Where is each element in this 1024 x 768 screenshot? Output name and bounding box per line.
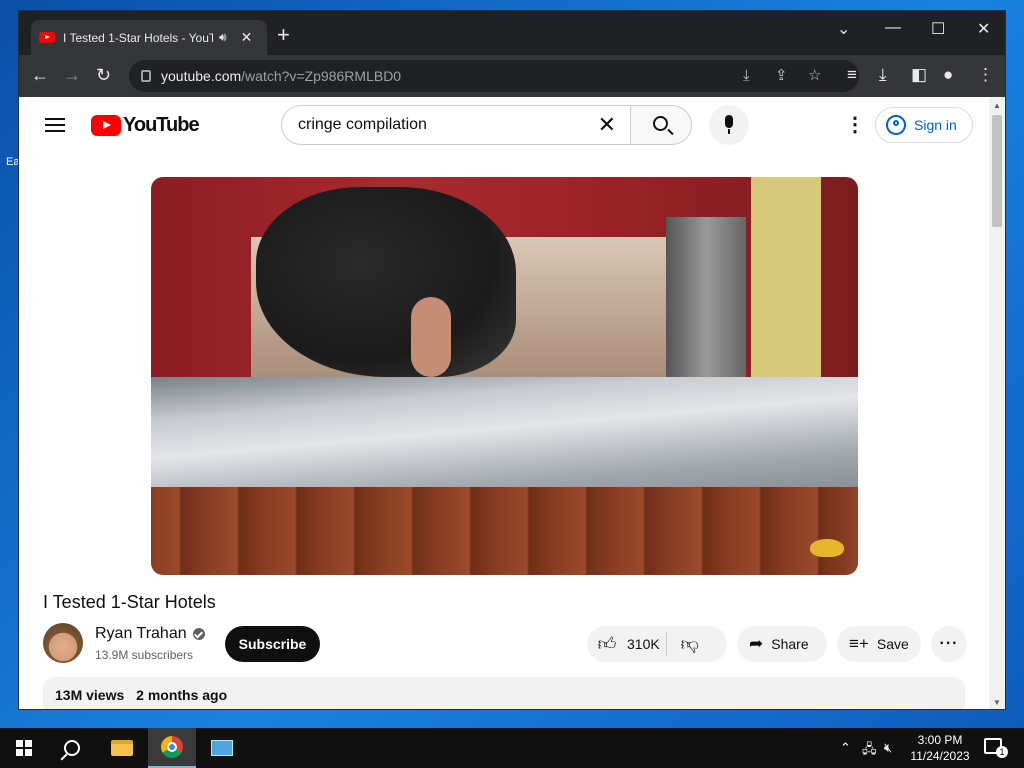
voice-search-button[interactable] <box>709 105 749 145</box>
scroll-down-icon[interactable]: ▼ <box>993 698 1001 707</box>
chrome-menu-icon[interactable]: ⋮ <box>977 66 994 84</box>
speaker-icon[interactable]: 🔊︎ <box>219 30 227 45</box>
close-window-button[interactable]: ✕ <box>977 19 990 39</box>
chrome-icon <box>161 736 183 758</box>
bookmark-star-icon[interactable]: ☆ <box>808 68 821 84</box>
control-panel-button[interactable] <box>198 728 246 768</box>
account-icon <box>886 115 906 135</box>
maximize-button[interactable]: ☐ <box>931 19 945 39</box>
file-explorer-button[interactable] <box>98 728 146 768</box>
downloads-icon[interactable]: ⤓ <box>879 66 887 84</box>
system-clock[interactable]: 3:00 PM 11/24/2023 <box>904 732 976 764</box>
new-tab-button[interactable]: + <box>277 23 290 47</box>
close-tab-button[interactable]: ✕ <box>241 29 253 46</box>
search-button[interactable] <box>630 105 692 145</box>
lock-icon[interactable] <box>141 70 151 82</box>
url-path: /watch?v=Zp986RMLBD0 <box>241 68 402 84</box>
channel-avatar[interactable] <box>43 623 83 663</box>
folder-icon <box>111 740 133 756</box>
back-arrow-icon[interactable]: ← <box>31 65 49 85</box>
network-icon[interactable]: 🖧︎ <box>862 740 877 762</box>
title-bar: I Tested 1-Star Hotels - YouT 🔊︎ ✕ + ⌄ —… <box>19 11 1005 55</box>
scroll-up-icon[interactable]: ▲ <box>993 101 1001 110</box>
youtube-logo-text: YouTube <box>123 114 200 136</box>
tab-title: I Tested 1-Star Hotels - YouT <box>63 30 213 45</box>
watermark-icon <box>810 539 844 557</box>
browser-window: I Tested 1-Star Hotels - YouT 🔊︎ ✕ + ⌄ —… <box>18 10 1006 710</box>
search-icon <box>653 116 668 131</box>
subscribe-button[interactable]: Subscribe <box>225 626 320 662</box>
clock-time: 3:00 PM <box>917 733 963 747</box>
profile-icon[interactable]: ● <box>943 66 953 84</box>
share-icon: ➦ <box>749 634 764 653</box>
view-count: 13M views <box>55 687 125 703</box>
volume-muted-icon[interactable]: 🔇︎ <box>884 740 892 756</box>
video-title: I Tested 1-Star Hotels <box>43 592 216 612</box>
clear-search-icon[interactable]: ✕ <box>598 114 616 136</box>
sign-in-label: Sign in <box>914 117 957 133</box>
minimize-button[interactable]: — <box>885 19 901 37</box>
hamburger-menu-icon[interactable] <box>45 118 65 132</box>
verified-badge-icon <box>192 628 205 640</box>
youtube-page: YouTube cringe compilation ✕ ⋮ Sign in I… <box>19 97 991 709</box>
notification-badge: 1 <box>996 746 1008 758</box>
taskbar-search-button[interactable] <box>48 728 96 768</box>
description-box[interactable]: 13M views 2 months ago <box>43 677 965 709</box>
upload-date: 2 months ago <box>136 687 228 703</box>
forward-arrow-icon[interactable]: → <box>63 65 81 85</box>
like-count[interactable]: 310K <box>627 636 660 652</box>
install-app-icon[interactable]: ⤓ <box>743 68 750 84</box>
share-page-icon[interactable]: ⇪ <box>775 68 788 84</box>
control-panel-icon <box>211 740 233 756</box>
youtube-favicon-icon <box>39 32 55 43</box>
browser-tab[interactable]: I Tested 1-Star Hotels - YouT 🔊︎ ✕ <box>31 20 267 55</box>
tab-search-chevron-icon[interactable]: ⌄ <box>837 19 850 39</box>
subscriber-count: 13.9M subscribers <box>95 648 194 662</box>
scrollbar-thumb[interactable] <box>992 115 1002 227</box>
search-icon <box>64 740 80 756</box>
save-button[interactable]: ≡+ Save <box>837 626 921 662</box>
browser-toolbar: ← → ↻ youtube.com /watch?v=Zp986RMLBD0 ⤓… <box>19 55 1005 97</box>
share-button[interactable]: ➦ Share <box>737 626 827 662</box>
channel-name[interactable]: Ryan Trahan <box>95 625 205 643</box>
start-button[interactable] <box>0 728 48 768</box>
youtube-play-icon <box>91 115 121 136</box>
settings-kebab-icon[interactable]: ⋮ <box>845 115 865 135</box>
tray-chevron-icon[interactable]: ⌃ <box>840 740 851 756</box>
channel-name-text[interactable]: Ryan Trahan <box>95 625 187 643</box>
url-host: youtube.com <box>161 68 242 84</box>
playlist-add-icon: ≡+ <box>849 634 869 653</box>
share-label: Share <box>771 636 809 652</box>
sign-in-button[interactable]: Sign in <box>875 107 973 143</box>
side-panel-icon[interactable]: ◧ <box>911 66 927 84</box>
microphone-icon <box>725 115 733 128</box>
like-icon[interactable]: 👍︎ <box>587 633 627 655</box>
media-control-icon[interactable]: ≡ <box>847 66 857 84</box>
youtube-logo[interactable]: YouTube <box>91 114 200 137</box>
page-scrollbar[interactable]: ▲ ▼ <box>989 97 1005 709</box>
clock-date: 11/24/2023 <box>910 749 970 763</box>
search-input[interactable]: cringe compilation ✕ <box>281 105 631 145</box>
chrome-taskbar-button[interactable] <box>148 728 196 768</box>
windows-logo-icon <box>16 740 32 756</box>
taskbar: ⌃ 🖧︎ 🔇︎ 3:00 PM 11/24/2023 1 <box>0 728 1024 768</box>
save-label: Save <box>876 636 909 652</box>
search-query: cringe compilation <box>298 116 427 133</box>
reload-icon[interactable]: ↻ <box>96 65 111 85</box>
video-player[interactable] <box>151 177 858 575</box>
more-actions-button[interactable]: ··· <box>931 626 967 662</box>
like-dislike-group: 👍︎ 310K 👎︎ <box>587 626 727 662</box>
dislike-icon[interactable]: 👎︎ <box>675 633 705 655</box>
